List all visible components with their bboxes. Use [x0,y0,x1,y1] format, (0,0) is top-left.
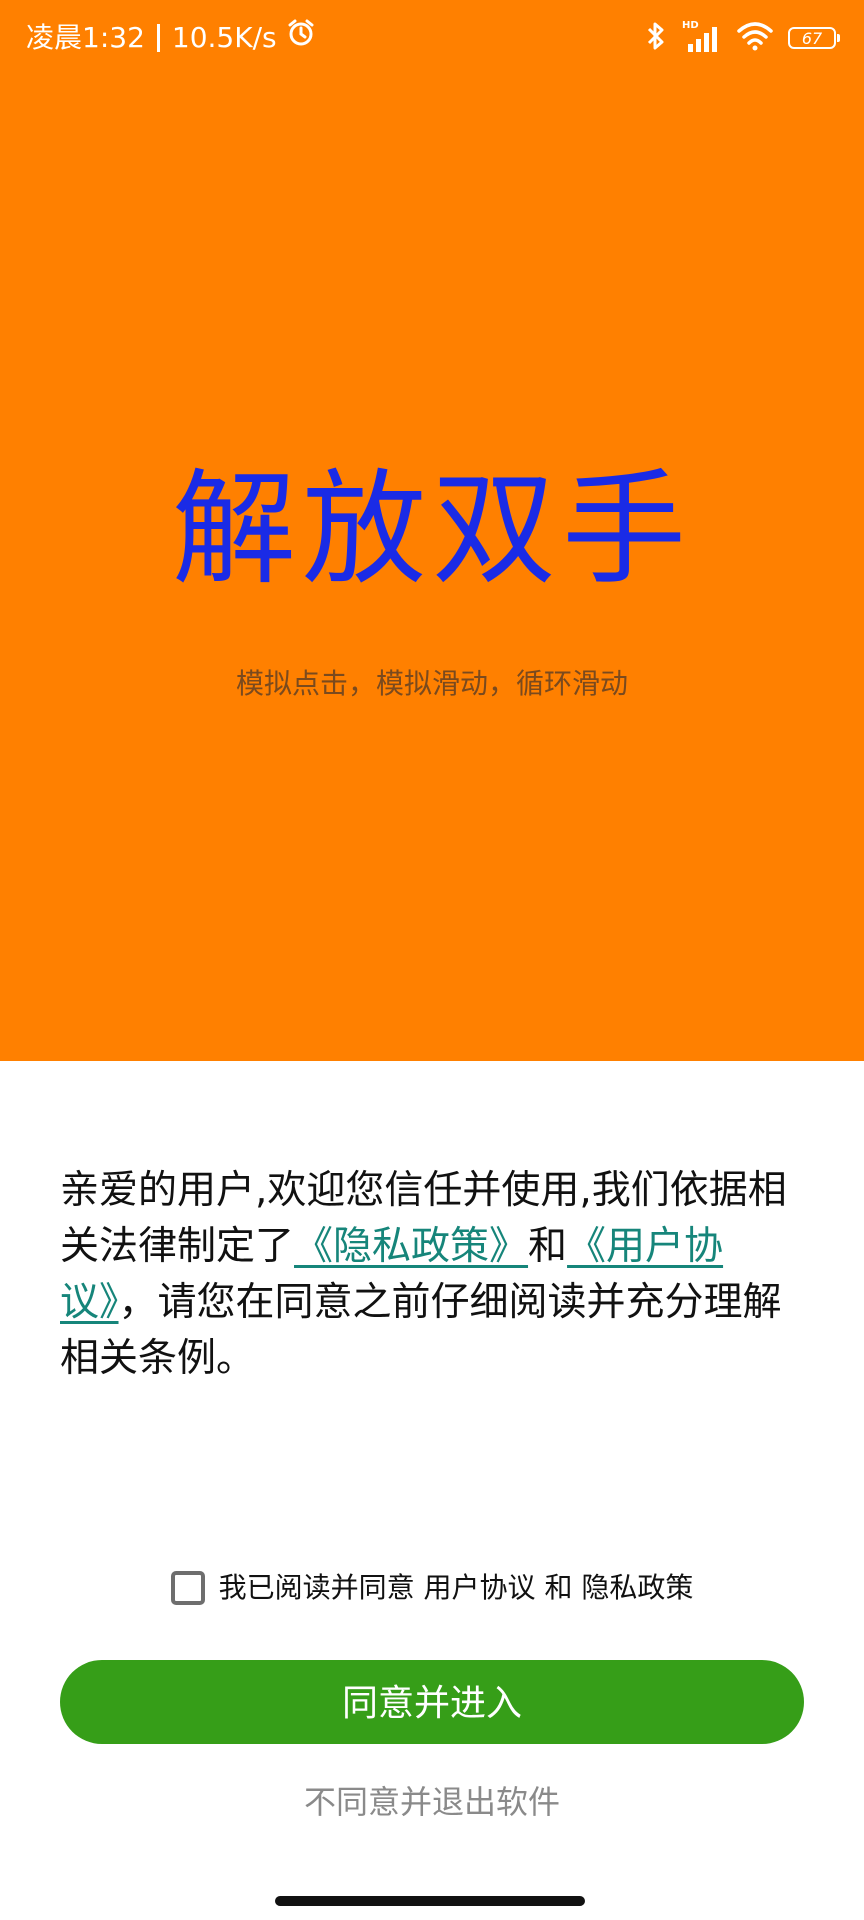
consent-row: 我已阅读并同意 用户协议 和 隐私政策 [0,1568,864,1608]
agreement-closing: ，请您在同意之前仔细阅读并充分理解相关条例。 [60,1280,782,1381]
decline-button[interactable]: 不同意并退出软件 [0,1780,864,1824]
hero-banner: 凌晨1:32 10.5K/s HD 67 解放双手 模拟点击，模拟滑动，循环滑动 [0,0,864,1061]
agree-button[interactable]: 同意并进入 [60,1660,804,1744]
home-indicator[interactable] [275,1896,585,1906]
alarm-icon [287,18,315,58]
hero-subtitle: 模拟点击，模拟滑动，循环滑动 [235,667,628,700]
status-left: 凌晨1:32 10.5K/s [26,18,315,58]
signal-icon: HD [682,20,722,54]
wifi-icon [736,21,774,55]
agreement-text: 亲爱的用户,欢迎您信任并使用,我们依据相关法律制定了《隐私政策》和《用户协议》，… [60,1163,810,1387]
consent-label: 我已阅读并同意 用户协议 和 隐私政策 [218,1571,694,1604]
battery-level: 67 [801,28,823,48]
privacy-policy-link[interactable]: 《隐私政策》 [294,1224,528,1269]
bluetooth-icon [644,20,668,56]
agreement-and: 和 [528,1224,568,1269]
status-time: 凌晨1:32 [26,21,145,54]
status-separator [156,24,160,52]
status-right: HD 67 [644,20,840,56]
hero-title: 解放双手 [171,458,692,602]
network-speed: 10.5K/s [171,21,277,54]
battery-icon: 67 [788,27,840,49]
consent-checkbox[interactable] [170,1571,205,1605]
status-bar: 凌晨1:32 10.5K/s HD 67 [0,0,864,76]
app-screen: 凌晨1:32 10.5K/s HD 67 解放双手 模拟点击，模拟滑动，循环滑动… [0,0,864,1920]
